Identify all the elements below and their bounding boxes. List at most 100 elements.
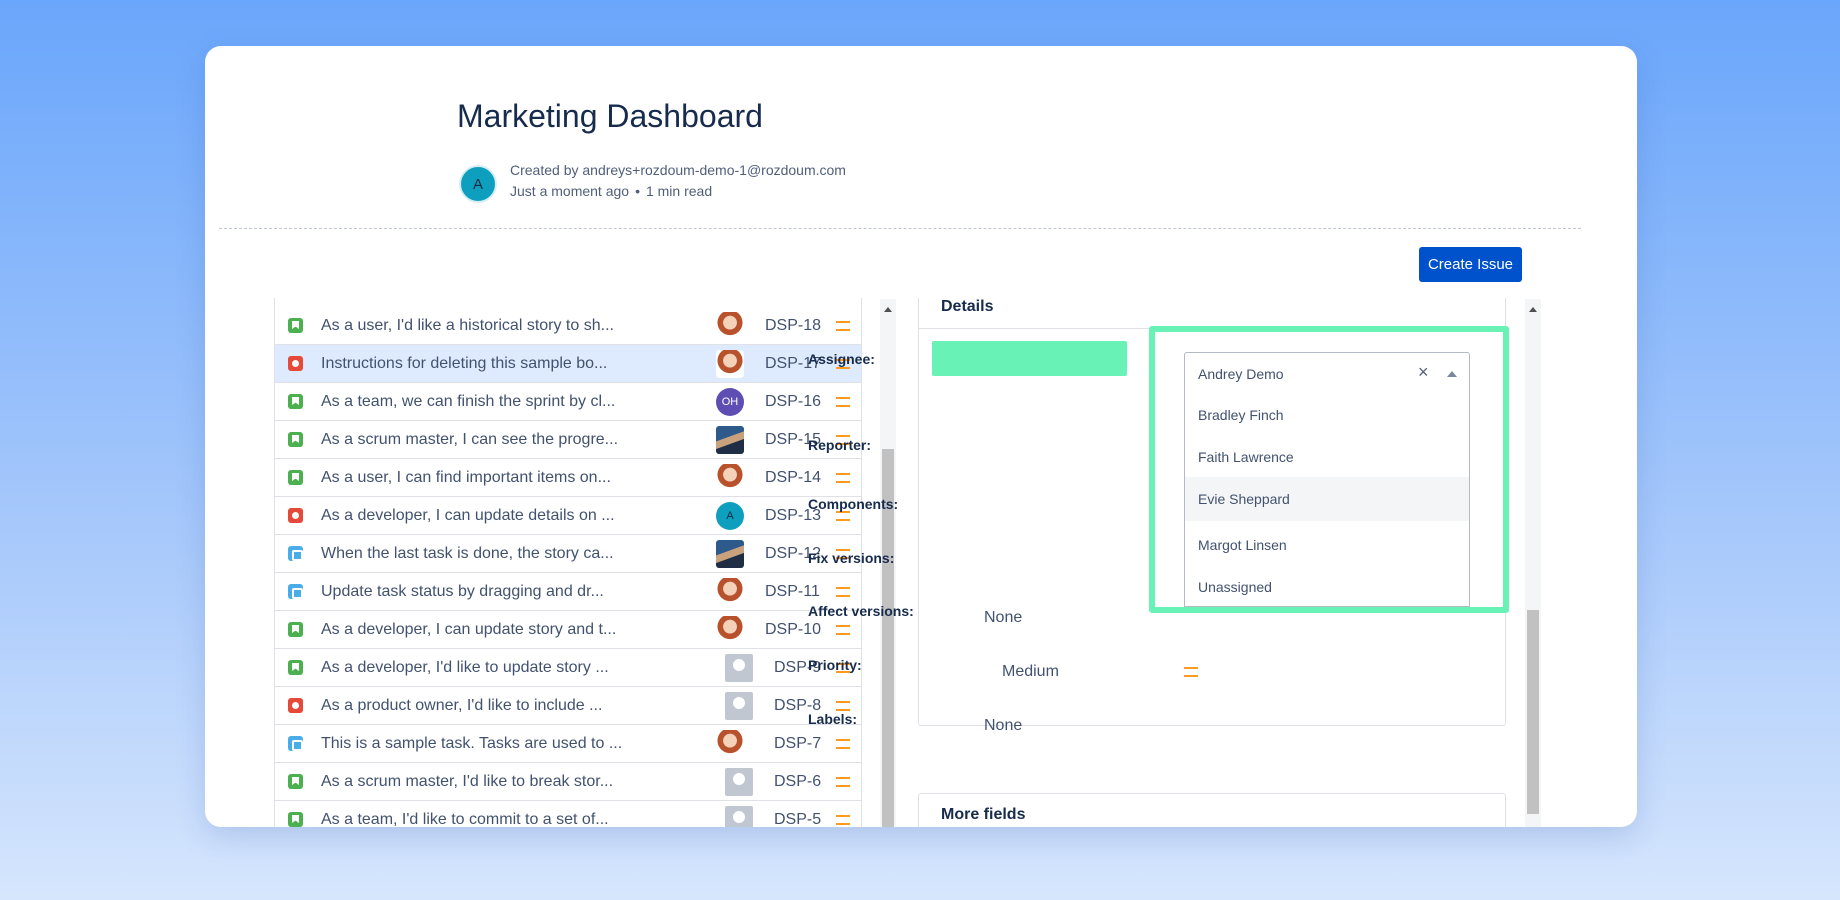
issue-row[interactable]: As a team, we can finish the sprint by c…: [275, 383, 861, 421]
scroll-up-arrow-icon[interactable]: [884, 307, 892, 312]
assignee-option[interactable]: Faith Lawrence: [1185, 435, 1469, 479]
issue-key[interactable]: DSP-7: [774, 735, 821, 753]
task-type-icon: [288, 584, 303, 599]
issue-row[interactable]: This is a sample task. Tasks are used to…: [275, 725, 861, 763]
assignee-avatar: [716, 577, 744, 606]
priority-medium-icon: [836, 472, 850, 483]
issue-summary[interactable]: As a developer, I can update story and t…: [321, 621, 616, 639]
assignee-selected-value: Andrey Demo: [1198, 366, 1284, 382]
issue-row[interactable]: As a product owner, I'd like to include …: [275, 687, 861, 725]
task-type-icon: [288, 736, 303, 751]
assignee-option[interactable]: Margot Linsen: [1185, 523, 1469, 567]
issue-key[interactable]: DSP-18: [765, 317, 821, 335]
assignee-avatar: OH: [716, 387, 744, 416]
story-type-icon: [288, 812, 303, 827]
page-title: Marketing Dashboard: [457, 98, 763, 134]
issue-row[interactable]: Update task status by dragging and dr...…: [275, 573, 861, 611]
priority-medium-icon: [836, 776, 850, 787]
issue-list: As a user, I'd like a historical story t…: [274, 298, 862, 827]
fix-versions-label: Fix versions:: [808, 550, 895, 566]
priority-value[interactable]: Medium: [1002, 663, 1059, 681]
issue-key[interactable]: DSP-14: [765, 469, 821, 487]
assignee-option[interactable]: Evie Sheppard: [1185, 477, 1469, 521]
assignee-select[interactable]: Andrey Demo ×: [1184, 352, 1470, 394]
bug-type-icon: [288, 508, 303, 523]
assignee-option[interactable]: Unassigned: [1185, 565, 1469, 606]
more-fields-title[interactable]: More fields: [941, 806, 1025, 824]
issue-summary[interactable]: As a developer, I'd like to update story…: [321, 659, 609, 677]
issue-row[interactable]: As a scrum master, I'd like to break sto…: [275, 763, 861, 801]
story-type-icon: [288, 318, 303, 333]
issue-summary[interactable]: As a user, I can find important items on…: [321, 469, 611, 487]
issue-row[interactable]: As a developer, I'd like to update story…: [275, 649, 861, 687]
issue-summary[interactable]: As a product owner, I'd like to include …: [321, 697, 602, 715]
meta-separator: •: [635, 183, 640, 199]
labels-label: Labels:: [808, 711, 858, 727]
task-type-icon: [288, 546, 303, 561]
assignee-label-highlight: [932, 341, 1127, 376]
issue-summary[interactable]: As a scrum master, I'd like to break sto…: [321, 773, 613, 791]
assignee-avatar: [725, 691, 753, 720]
assignee-avatar: [716, 615, 744, 644]
issue-key[interactable]: DSP-5: [774, 811, 821, 828]
issue-summary[interactable]: When the last task is done, the story ca…: [321, 545, 614, 563]
issue-key[interactable]: DSP-6: [774, 773, 821, 791]
clear-icon[interactable]: ×: [1418, 362, 1429, 383]
issue-row[interactable]: When the last task is done, the story ca…: [275, 535, 861, 573]
assignee-avatar: [716, 463, 744, 492]
author-avatar[interactable]: A: [459, 165, 497, 203]
priority-medium-icon: [836, 320, 850, 331]
time-text: Just a moment ago: [510, 183, 630, 199]
scrollbar-thumb[interactable]: [1527, 610, 1539, 814]
priority-medium-icon: [836, 396, 850, 407]
issue-row[interactable]: As a developer, I can update details on …: [275, 497, 861, 535]
issue-row[interactable]: As a user, I'd like a historical story t…: [275, 307, 861, 345]
priority-medium-icon: [836, 624, 850, 635]
assignee-avatar: [716, 349, 744, 378]
components-label: Components:: [808, 496, 899, 512]
issue-key[interactable]: DSP-16: [765, 393, 821, 411]
issue-summary[interactable]: As a scrum master, I can see the progre.…: [321, 431, 618, 449]
priority-medium-icon: [836, 586, 850, 597]
story-type-icon: [288, 470, 303, 485]
bug-type-icon: [288, 698, 303, 713]
assignee-avatar: [725, 805, 753, 827]
issue-row[interactable]: As a developer, I can update story and t…: [275, 611, 861, 649]
issue-row[interactable]: As a team, I'd like to commit to a set o…: [275, 801, 861, 828]
assignee-option[interactable]: Bradley Finch: [1185, 393, 1469, 437]
issue-key[interactable]: DSP-11: [765, 583, 820, 601]
issue-summary[interactable]: As a developer, I can update details on …: [321, 507, 615, 525]
issue-summary[interactable]: Update task status by dragging and dr...: [321, 583, 604, 601]
issue-summary[interactable]: As a user, I'd like a historical story t…: [321, 317, 614, 335]
issue-row[interactable]: As a user, I can find important items on…: [275, 459, 861, 497]
scroll-up-arrow-icon[interactable]: [1529, 307, 1537, 312]
issue-row[interactable]: As a scrum master, I can see the progre.…: [275, 421, 861, 459]
details-scrollbar[interactable]: [1525, 299, 1541, 827]
issue-key[interactable]: DSP-10: [765, 621, 821, 639]
story-type-icon: [288, 394, 303, 409]
story-type-icon: [288, 774, 303, 789]
assignee-options-menu: Bradley Finch Faith Lawrence Evie Sheppard…: [1184, 393, 1470, 607]
issue-summary[interactable]: This is a sample task. Tasks are used to…: [321, 735, 622, 753]
issue-summary[interactable]: As a team, we can finish the sprint by c…: [321, 393, 615, 411]
issue-row[interactable]: Instructions for deleting this sample bo…: [275, 345, 861, 383]
priority-medium-icon: [836, 814, 850, 825]
details-title: Details: [941, 298, 994, 315]
reporter-label: Reporter:: [808, 437, 872, 453]
bug-type-icon: [288, 356, 303, 371]
assignee-label: Assignee:: [808, 351, 875, 367]
priority-medium-icon: [1184, 667, 1198, 677]
story-type-icon: [288, 432, 303, 447]
assignee-avatar: [725, 767, 753, 796]
labels-value[interactable]: None: [984, 717, 1022, 735]
assignee-avatar: [716, 729, 744, 758]
read-time-text: 1 min read: [645, 183, 713, 199]
create-issue-button[interactable]: Create Issue: [1419, 247, 1522, 282]
issue-summary[interactable]: As a team, I'd like to commit to a set o…: [321, 811, 609, 828]
priority-medium-icon: [836, 738, 850, 749]
issue-summary[interactable]: Instructions for deleting this sample bo…: [321, 355, 607, 373]
priority-medium-icon: [836, 700, 850, 711]
affect-versions-value[interactable]: None: [984, 609, 1022, 627]
affect-versions-label: Affect versions:: [808, 603, 914, 619]
chevron-up-icon[interactable]: [1447, 371, 1457, 377]
